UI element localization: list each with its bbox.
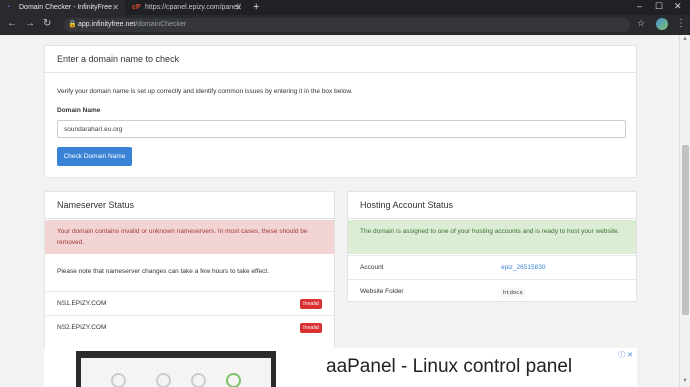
domain-name-input[interactable] xyxy=(57,120,626,138)
close-window-icon[interactable]: ✕ xyxy=(674,1,682,12)
menu-icon[interactable]: ⋮ xyxy=(676,18,686,29)
status-badge: Invalid xyxy=(300,323,322,333)
ad-screenshot-image xyxy=(76,351,276,387)
cpanel-favicon-icon: cP xyxy=(132,4,141,11)
close-icon[interactable]: ✕ xyxy=(235,3,242,12)
infinityfree-favicon-icon: ◔ xyxy=(6,4,11,11)
reload-icon[interactable]: ↻ xyxy=(43,18,51,29)
forward-icon[interactable]: → xyxy=(25,18,35,29)
nameserver-note: Please note that nameserver changes can … xyxy=(57,268,269,275)
row-label: Account xyxy=(360,264,384,271)
account-link[interactable]: epiz_26515830 xyxy=(501,256,545,280)
nameserver-row: NS2.EPIZY.COM Invalid xyxy=(45,315,334,339)
new-tab-button[interactable]: + xyxy=(253,1,259,13)
row-label: Website Folder xyxy=(360,288,404,295)
browser-toolbar: ← → ↻ 🔒 app.infinityfree.net/domainCheck… xyxy=(0,15,690,35)
close-icon[interactable]: ✕ xyxy=(112,3,119,12)
advertisement-banner[interactable]: aaPanel - Linux control panel ⓘ ✕ xyxy=(44,348,637,387)
minimize-icon[interactable]: – xyxy=(637,1,642,11)
tab-title: https://cpanel.epizy.com/panel/ xyxy=(145,4,241,11)
card-title: Enter a domain name to check xyxy=(45,46,636,73)
card-description: Verify your domain name is set up correc… xyxy=(57,88,353,95)
hosting-alert: The domain is assigned to one of your ho… xyxy=(348,220,636,254)
card-title: Hosting Account Status xyxy=(348,192,636,219)
page-content: Enter a domain name to check Verify your… xyxy=(0,35,679,387)
tab-title: Domain Checker - InfinityFree xyxy=(19,4,112,11)
lock-icon: 🔒 xyxy=(68,21,77,28)
check-domain-button[interactable]: Check Domain Name xyxy=(57,147,132,166)
hosting-account-card: Hosting Account Status The domain is ass… xyxy=(347,191,637,302)
status-badge: Invalid xyxy=(300,299,322,309)
nameserver-alert: Your domain contains invalid or unknown … xyxy=(45,220,334,254)
tab-cpanel[interactable]: cP https://cpanel.epizy.com/panel/ ✕ xyxy=(126,0,248,15)
nameserver-name: NS2.EPIZY.COM xyxy=(57,324,107,331)
nameserver-row: NS1.EPIZY.COM Invalid xyxy=(45,291,334,315)
url-path: /domainChecker xyxy=(135,21,187,28)
browser-tab-bar: ◔ Domain Checker - InfinityFree ✕ cP htt… xyxy=(0,0,690,15)
nameserver-name: NS1.EPIZY.COM xyxy=(57,300,107,307)
back-icon[interactable]: ← xyxy=(7,18,17,29)
ad-headline[interactable]: aaPanel - Linux control panel xyxy=(326,356,572,378)
domain-name-label: Domain Name xyxy=(57,107,101,114)
card-title: Nameserver Status xyxy=(45,192,334,219)
folder-value: htdocs xyxy=(501,288,525,297)
scrollbar-thumb[interactable] xyxy=(682,145,689,315)
star-icon[interactable]: ☆ xyxy=(637,18,645,29)
account-row: Account epiz_26515830 xyxy=(348,255,636,279)
url-host: app.infinityfree.net xyxy=(78,21,136,28)
domain-check-card: Enter a domain name to check Verify your… xyxy=(44,45,637,178)
page-scrollbar[interactable]: ▲ ▼ xyxy=(679,35,690,387)
maximize-icon[interactable]: ☐ xyxy=(655,1,663,12)
address-bar[interactable]: 🔒 app.infinityfree.net/domainChecker xyxy=(64,18,630,32)
profile-avatar[interactable] xyxy=(656,18,668,30)
website-folder-row: Website Folder htdocs xyxy=(348,279,636,303)
scroll-up-icon[interactable]: ▲ xyxy=(682,36,688,42)
nameserver-status-card: Nameserver Status Your domain contains i… xyxy=(44,191,335,372)
scroll-down-icon[interactable]: ▼ xyxy=(682,378,688,384)
adchoices-icon[interactable]: ⓘ ✕ xyxy=(618,350,633,360)
tab-domain-checker[interactable]: ◔ Domain Checker - InfinityFree ✕ xyxy=(0,0,125,15)
